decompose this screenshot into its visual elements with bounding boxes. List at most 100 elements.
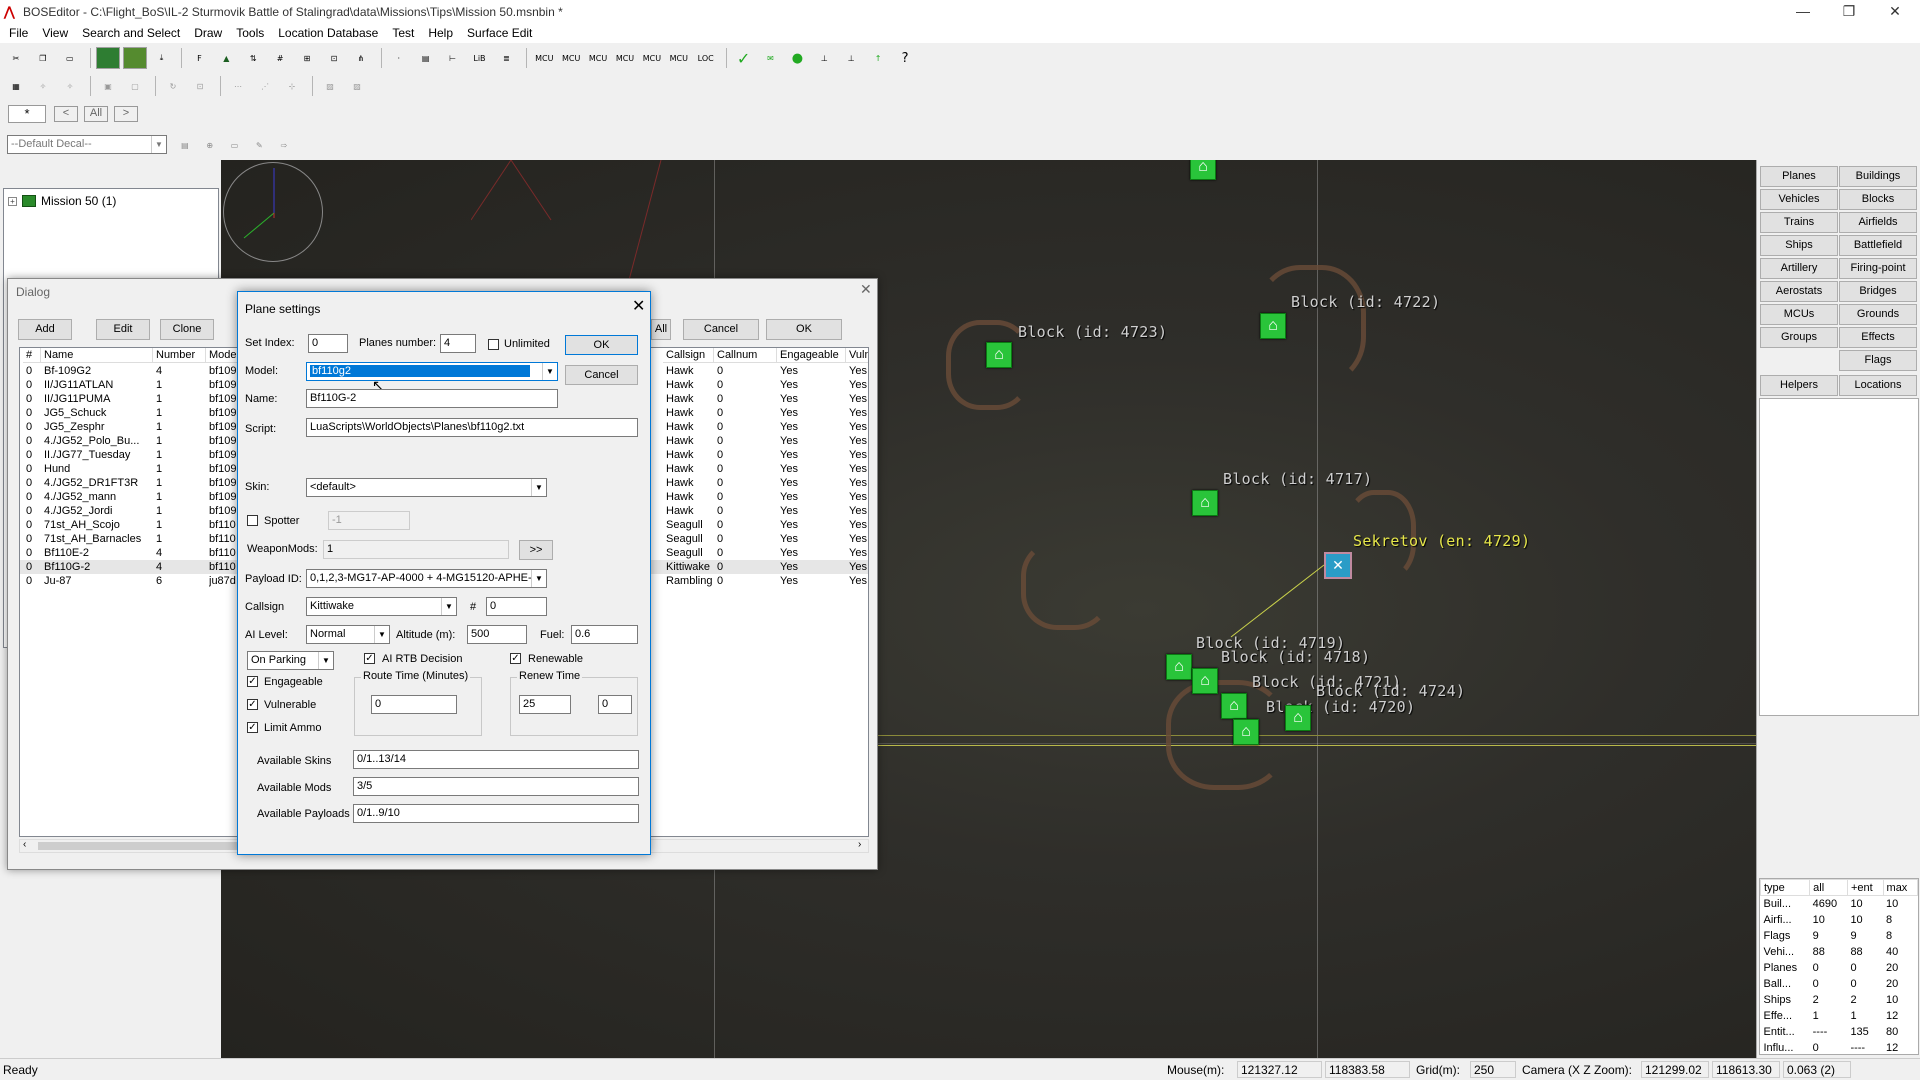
menu-location-database[interactable]: Location Database: [271, 26, 385, 40]
maximize-button[interactable]: ❐: [1826, 0, 1872, 23]
mcus-button[interactable]: MCUs: [1760, 304, 1838, 325]
renewable-checkbox[interactable]: ✓: [510, 653, 521, 664]
block-icon[interactable]: ⌂: [1233, 719, 1259, 745]
close-icon[interactable]: ✕: [632, 296, 645, 316]
path-a-icon[interactable]: ⋯: [226, 75, 250, 97]
limit-ammo-checkbox[interactable]: ✓: [247, 722, 258, 733]
edit-button[interactable]: Edit: [96, 319, 150, 340]
planes-number-field[interactable]: 4: [440, 334, 476, 353]
dot-icon[interactable]: ·: [387, 47, 411, 69]
decal-a-icon[interactable]: ▤: [176, 134, 194, 156]
filter-star-button[interactable]: *: [8, 105, 46, 123]
mcu-mes-icon[interactable]: MCU: [586, 47, 610, 69]
altitude-field[interactable]: 500: [467, 625, 527, 644]
scroll-left-icon[interactable]: ‹: [23, 839, 26, 850]
column-header[interactable]: Callsign: [663, 348, 714, 363]
block-icon[interactable]: ⌂: [1192, 668, 1218, 694]
frame-icon[interactable]: ⊞: [295, 47, 319, 69]
copy-icon[interactable]: ❐: [31, 47, 55, 69]
tool-d-icon[interactable]: ▢: [123, 75, 147, 97]
rotate-icon[interactable]: ↻: [161, 75, 185, 97]
message-icon[interactable]: ✉: [759, 47, 783, 69]
ruler-icon[interactable]: ⊥: [812, 47, 836, 69]
tool-c-icon[interactable]: ▣: [96, 75, 120, 97]
grid-icon[interactable]: #: [268, 47, 292, 69]
menu-surface-edit[interactable]: Surface Edit: [460, 26, 539, 40]
callsign-select[interactable]: Kittiwake ▼: [306, 597, 457, 616]
close-button[interactable]: ✕: [1872, 0, 1918, 23]
vulnerable-checkbox[interactable]: ✓: [247, 699, 258, 710]
column-header[interactable]: Callnum: [714, 348, 777, 363]
tree-node-mission[interactable]: + Mission 50 (1): [8, 194, 116, 208]
callnum-field[interactable]: 0: [486, 597, 547, 616]
decal-b-icon[interactable]: ⊕: [201, 134, 219, 156]
tree-icon[interactable]: ⋔: [349, 47, 373, 69]
block-icon[interactable]: ⌂: [1190, 160, 1216, 180]
buildings-button[interactable]: Buildings: [1839, 166, 1917, 187]
sort-icon[interactable]: ⇅: [241, 47, 265, 69]
helpers-button[interactable]: Helpers: [1760, 375, 1838, 396]
aerostats-button[interactable]: Aerostats: [1760, 281, 1838, 302]
menu-view[interactable]: View: [35, 26, 75, 40]
obj-icon[interactable]: ▤: [414, 47, 438, 69]
block-icon[interactable]: ⌂: [986, 342, 1012, 368]
list-icon[interactable]: ≣: [494, 47, 518, 69]
green-dot-icon[interactable]: ●: [785, 47, 809, 69]
tool-b-icon[interactable]: ✧: [58, 75, 82, 97]
unlimited-checkbox[interactable]: [488, 339, 499, 350]
ai-rtb-checkbox[interactable]: ✓: [364, 653, 375, 664]
checker-icon[interactable]: ▦: [4, 75, 28, 97]
firing-point-button[interactable]: Firing-point: [1839, 258, 1917, 279]
ai-level-select[interactable]: Normal ▼: [306, 625, 390, 644]
cancel-button[interactable]: Cancel: [565, 365, 638, 385]
script-field[interactable]: LuaScripts\WorldObjects\Planes\bf110g2.t…: [306, 418, 638, 437]
groups-button[interactable]: Groups: [1760, 327, 1838, 348]
fuel-field[interactable]: 0.6: [571, 625, 638, 644]
weaponmods-button[interactable]: >>: [519, 540, 553, 560]
object-list[interactable]: [1759, 398, 1919, 716]
all-button[interactable]: All: [84, 106, 108, 122]
menu-help[interactable]: Help: [421, 26, 460, 40]
flags-button[interactable]: Flags: [1839, 350, 1917, 371]
all-button[interactable]: All: [651, 319, 671, 340]
cut-icon[interactable]: ✂: [4, 47, 28, 69]
sekretov-icon[interactable]: ✕: [1324, 552, 1352, 579]
filter-icon[interactable]: F: [187, 47, 211, 69]
decal-c-icon[interactable]: ▭: [226, 134, 244, 156]
paste-icon[interactable]: ▭: [58, 47, 82, 69]
trains-button[interactable]: Trains: [1760, 212, 1838, 233]
available-payloads-field[interactable]: 0/1..9/10: [353, 804, 639, 823]
column-header[interactable]: #: [23, 348, 41, 363]
set-index-field[interactable]: 0: [308, 334, 348, 353]
scale-icon[interactable]: ⊡: [188, 75, 212, 97]
column-header[interactable]: Name: [41, 348, 153, 363]
cancel-button[interactable]: Cancel: [683, 319, 759, 340]
menu-test[interactable]: Test: [385, 26, 421, 40]
battlefield-button[interactable]: Battlefield: [1839, 235, 1917, 256]
lib-icon[interactable]: LiB: [468, 47, 492, 69]
tool-a-icon[interactable]: ✧: [31, 75, 55, 97]
decal-e-icon[interactable]: ⇨: [275, 134, 293, 156]
ships-button[interactable]: Ships: [1760, 235, 1838, 256]
block-icon[interactable]: ⌂: [1260, 313, 1286, 339]
menu-search-and-select[interactable]: Search and Select: [75, 26, 187, 40]
model-select[interactable]: bf110g2 ▼: [306, 362, 558, 381]
minimize-button[interactable]: —: [1780, 0, 1826, 23]
mcu-unit-icon[interactable]: MCU: [640, 47, 664, 69]
bridges-button[interactable]: Bridges: [1839, 281, 1917, 302]
map-icon[interactable]: [95, 47, 120, 69]
expand-icon[interactable]: +: [8, 196, 17, 206]
block-icon[interactable]: ⌂: [1192, 490, 1218, 516]
mcu-obj-icon[interactable]: MCU: [532, 47, 556, 69]
available-mods-field[interactable]: 3/5: [353, 777, 639, 796]
effects-button[interactable]: Effects: [1839, 327, 1917, 348]
artillery-button[interactable]: Artillery: [1760, 258, 1838, 279]
engageable-checkbox[interactable]: ✓: [247, 676, 258, 687]
mcu-tgt-icon[interactable]: MCU: [559, 47, 583, 69]
land-icon[interactable]: ▲: [214, 47, 238, 69]
next-button[interactable]: >: [114, 106, 138, 122]
align-icon[interactable]: ⊢: [441, 47, 465, 69]
renew-time-field[interactable]: 25: [519, 695, 571, 714]
airfields-button[interactable]: Airfields: [1839, 212, 1917, 233]
clone-button[interactable]: Clone: [160, 319, 214, 340]
